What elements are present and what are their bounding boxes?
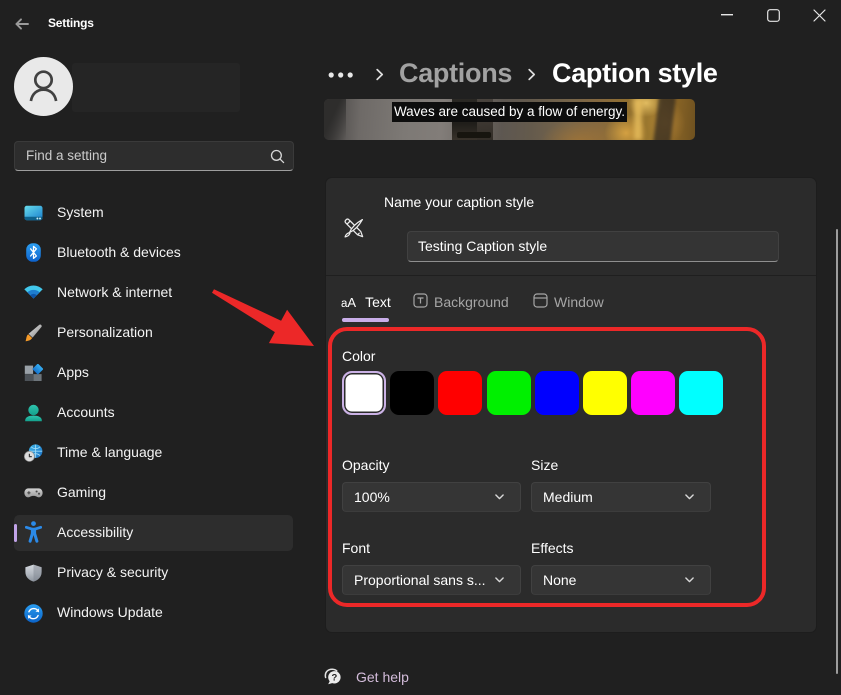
svg-text:?: ? — [331, 673, 337, 684]
